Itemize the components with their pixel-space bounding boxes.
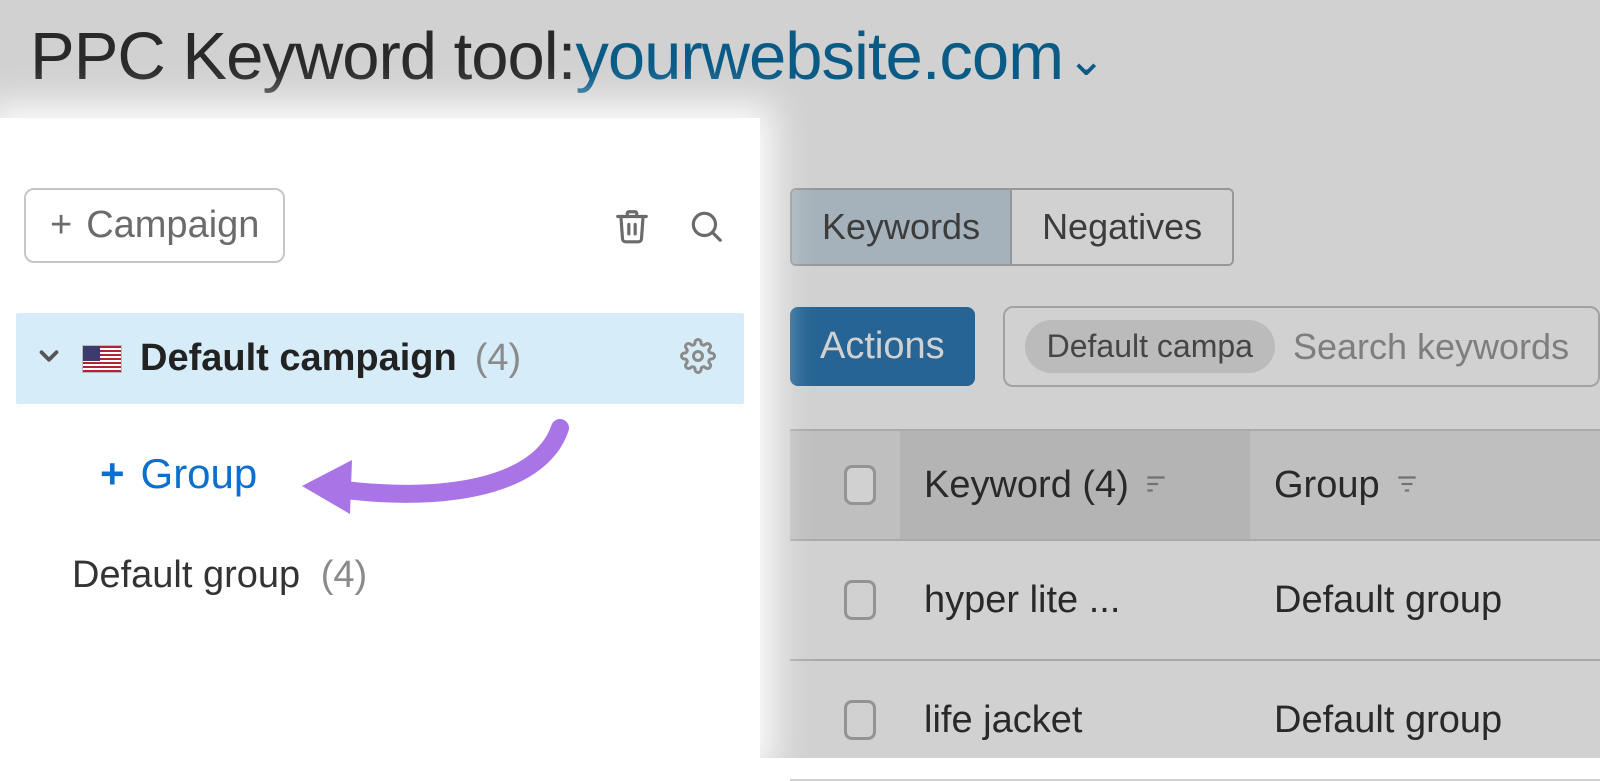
tab-negatives[interactable]: Negatives bbox=[1012, 190, 1232, 264]
column-keyword-label: Keyword (4) bbox=[924, 464, 1129, 507]
add-group-button[interactable]: + Group bbox=[100, 450, 257, 498]
trash-icon[interactable] bbox=[608, 202, 656, 250]
add-campaign-button[interactable]: + Campaign bbox=[24, 188, 285, 263]
cell-keyword[interactable]: hyper lite ... bbox=[900, 579, 1250, 622]
site-dropdown[interactable]: yourwebsite.com⌄ bbox=[575, 19, 1104, 94]
campaign-count: (4) bbox=[475, 337, 521, 380]
title-prefix: PPC Keyword tool: bbox=[30, 19, 575, 94]
group-name: Default group bbox=[72, 554, 300, 596]
tab-keywords[interactable]: Keywords bbox=[792, 190, 1012, 264]
group-count: (4) bbox=[321, 554, 367, 596]
chevron-down-icon: ⌄ bbox=[1067, 33, 1105, 85]
search-input[interactable] bbox=[1293, 326, 1578, 368]
campaign-name: Default campaign bbox=[140, 337, 457, 380]
table-row: hyper lite ... Default group bbox=[790, 541, 1600, 661]
keywords-table: Keyword (4) Group hyper lite ... Default… bbox=[790, 429, 1600, 781]
sidebar: + Campaign Default campaign (4) bbox=[0, 118, 760, 758]
select-all-cell bbox=[790, 465, 900, 505]
sidebar-toolbar: + Campaign bbox=[20, 188, 740, 313]
site-name: yourwebsite.com bbox=[575, 19, 1063, 94]
tabs: Keywords Negatives bbox=[790, 188, 1234, 266]
plus-icon: + bbox=[100, 450, 125, 498]
page-title: PPC Keyword tool:yourwebsite.com⌄ bbox=[0, 0, 1600, 124]
group-row[interactable]: Default group (4) bbox=[72, 554, 740, 597]
add-group-label: Group bbox=[141, 450, 258, 498]
gear-icon[interactable] bbox=[680, 338, 716, 379]
plus-icon: + bbox=[50, 204, 72, 247]
select-all-checkbox[interactable] bbox=[844, 465, 876, 505]
table-row: life jacket Default group bbox=[790, 661, 1600, 781]
row-checkbox[interactable] bbox=[844, 700, 876, 740]
main-panel: Keywords Negatives Actions Default campa… bbox=[780, 160, 1600, 758]
cell-group[interactable]: Default group bbox=[1250, 579, 1600, 622]
search-icon[interactable] bbox=[682, 202, 730, 250]
search-box[interactable]: Default campa bbox=[1003, 306, 1600, 387]
column-keyword[interactable]: Keyword (4) bbox=[900, 431, 1250, 539]
cell-keyword[interactable]: life jacket bbox=[900, 699, 1250, 742]
us-flag-icon bbox=[82, 345, 122, 373]
add-campaign-label: Campaign bbox=[86, 204, 259, 247]
row-checkbox[interactable] bbox=[844, 580, 876, 620]
actions-toolbar: Actions Default campa bbox=[790, 306, 1600, 387]
actions-button[interactable]: Actions bbox=[790, 307, 975, 386]
filter-icon bbox=[1394, 464, 1420, 507]
sort-icon bbox=[1143, 464, 1169, 507]
campaign-row[interactable]: Default campaign (4) bbox=[16, 313, 744, 404]
column-group-label: Group bbox=[1274, 464, 1380, 507]
chevron-down-icon bbox=[34, 341, 64, 376]
cell-group[interactable]: Default group bbox=[1250, 699, 1600, 742]
filter-tag[interactable]: Default campa bbox=[1025, 320, 1275, 373]
column-group[interactable]: Group bbox=[1250, 464, 1600, 507]
table-header: Keyword (4) Group bbox=[790, 431, 1600, 541]
